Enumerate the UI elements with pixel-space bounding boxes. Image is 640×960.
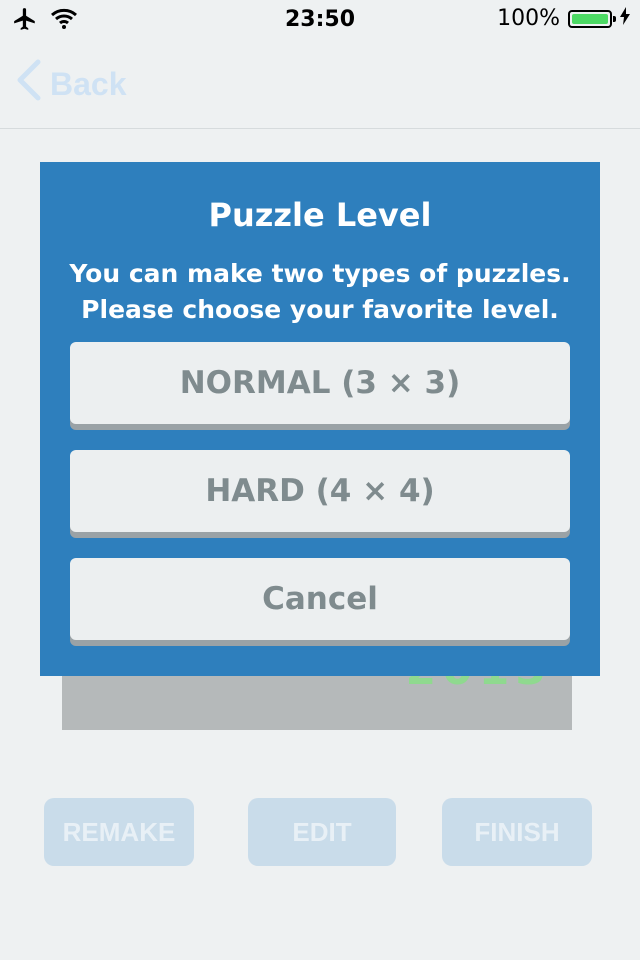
battery-percent: 100% — [497, 6, 560, 31]
back-label: Back — [50, 65, 127, 102]
back-button[interactable]: Back — [14, 58, 127, 110]
edit-button[interactable]: EDIT — [248, 798, 396, 866]
status-right: 100% — [497, 6, 630, 31]
finish-button[interactable]: FINISH — [442, 798, 592, 866]
charging-icon — [620, 6, 630, 31]
status-bar: 23:50 100% — [0, 0, 640, 40]
dialog-message-line1: You can make two types of puzzles. — [69, 259, 571, 288]
dialog-message: You can make two types of puzzles. Pleas… — [40, 256, 600, 328]
hard-level-button[interactable]: HARD (4 × 4) — [70, 450, 570, 532]
puzzle-level-dialog: Puzzle Level You can make two types of p… — [40, 162, 600, 676]
normal-level-button[interactable]: NORMAL (3 × 3) — [70, 342, 570, 424]
remake-button[interactable]: REMAKE — [44, 798, 194, 866]
dialog-message-line2: Please choose your favorite level. — [81, 295, 559, 324]
chevron-left-icon — [14, 58, 44, 110]
navigation-bar: Back — [0, 40, 640, 129]
battery-icon — [568, 9, 616, 28]
dialog-title: Puzzle Level — [208, 196, 432, 234]
cancel-button[interactable]: Cancel — [70, 558, 570, 640]
